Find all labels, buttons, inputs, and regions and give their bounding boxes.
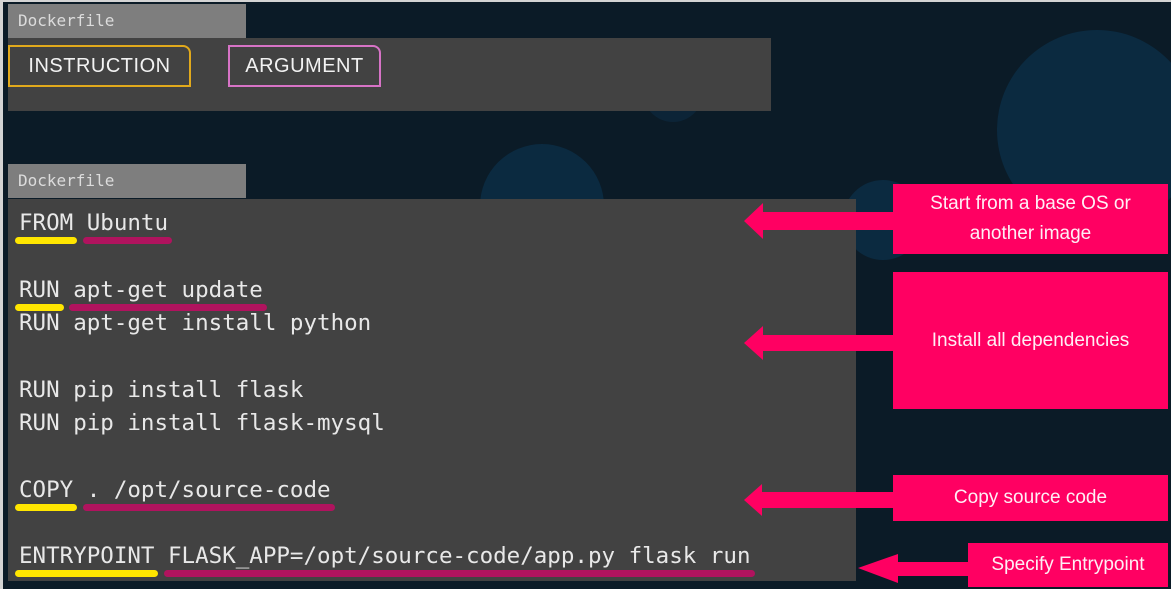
annotation-entrypoint: Specify Entrypoint: [968, 543, 1168, 587]
code-line-copy: COPY . /opt/source-code: [14, 473, 335, 511]
instruction-token: RUN: [19, 310, 60, 336]
arrow-left-icon: [744, 484, 896, 516]
legend-panel: INSTRUCTION ARGUMENT: [8, 38, 771, 111]
annotation-text: Install all dependencies: [931, 329, 1130, 351]
argument-token: apt-get update: [69, 273, 267, 311]
argument-token: Ubuntu: [82, 206, 173, 244]
instruction-token: ENTRYPOINT: [14, 539, 159, 577]
annotation-text: Start from a base OS or: [930, 193, 1131, 214]
code-line-run-update: RUN apt-get update: [15, 273, 267, 311]
code-line-from: FROM Ubuntu: [14, 206, 173, 244]
argument-token: . /opt/source-code: [82, 473, 335, 511]
arrow-left-icon: [858, 554, 970, 583]
argument-token: apt-get install python: [73, 310, 372, 336]
argument-token: FLASK_APP=/opt/source-code/app.py flask …: [164, 539, 755, 577]
arrow-left-icon: [744, 326, 896, 360]
instruction-token: RUN: [15, 273, 64, 311]
legend-dockerfile-tab: Dockerfile: [8, 4, 246, 38]
annotation-text: Specify Entrypoint: [991, 554, 1145, 575]
arrow-left-icon: [744, 203, 896, 239]
code-line-run-flask-mysql: RUN pip install flask-mysql: [19, 406, 385, 440]
annotation-base-image: Start from a base OS or another image: [893, 184, 1168, 254]
code-line-run-python: RUN apt-get install python: [19, 306, 371, 340]
instruction-token: RUN: [19, 377, 60, 403]
annotation-copy-source: Copy source code: [893, 475, 1168, 521]
code-line-entrypoint: ENTRYPOINT FLASK_APP=/opt/source-code/ap…: [14, 539, 755, 577]
annotation-text: another image: [969, 223, 1092, 244]
code-line-run-flask: RUN pip install flask: [19, 373, 303, 407]
argument-legend-chip: ARGUMENT: [228, 45, 381, 87]
argument-token: pip install flask-mysql: [73, 410, 385, 436]
instruction-token: RUN: [19, 410, 60, 436]
argument-token: pip install flask: [73, 377, 304, 403]
annotation-dependencies: Install all dependencies: [893, 272, 1168, 409]
instruction-token: COPY: [14, 473, 78, 511]
dockerfile-code-panel: FROM Ubuntu RUN apt-get update RUN apt-g…: [8, 199, 856, 581]
instruction-legend-chip: INSTRUCTION: [8, 45, 191, 87]
instruction-token: FROM: [14, 206, 78, 244]
annotation-text: Copy source code: [953, 487, 1108, 508]
dockerfile-tab: Dockerfile: [8, 164, 246, 198]
